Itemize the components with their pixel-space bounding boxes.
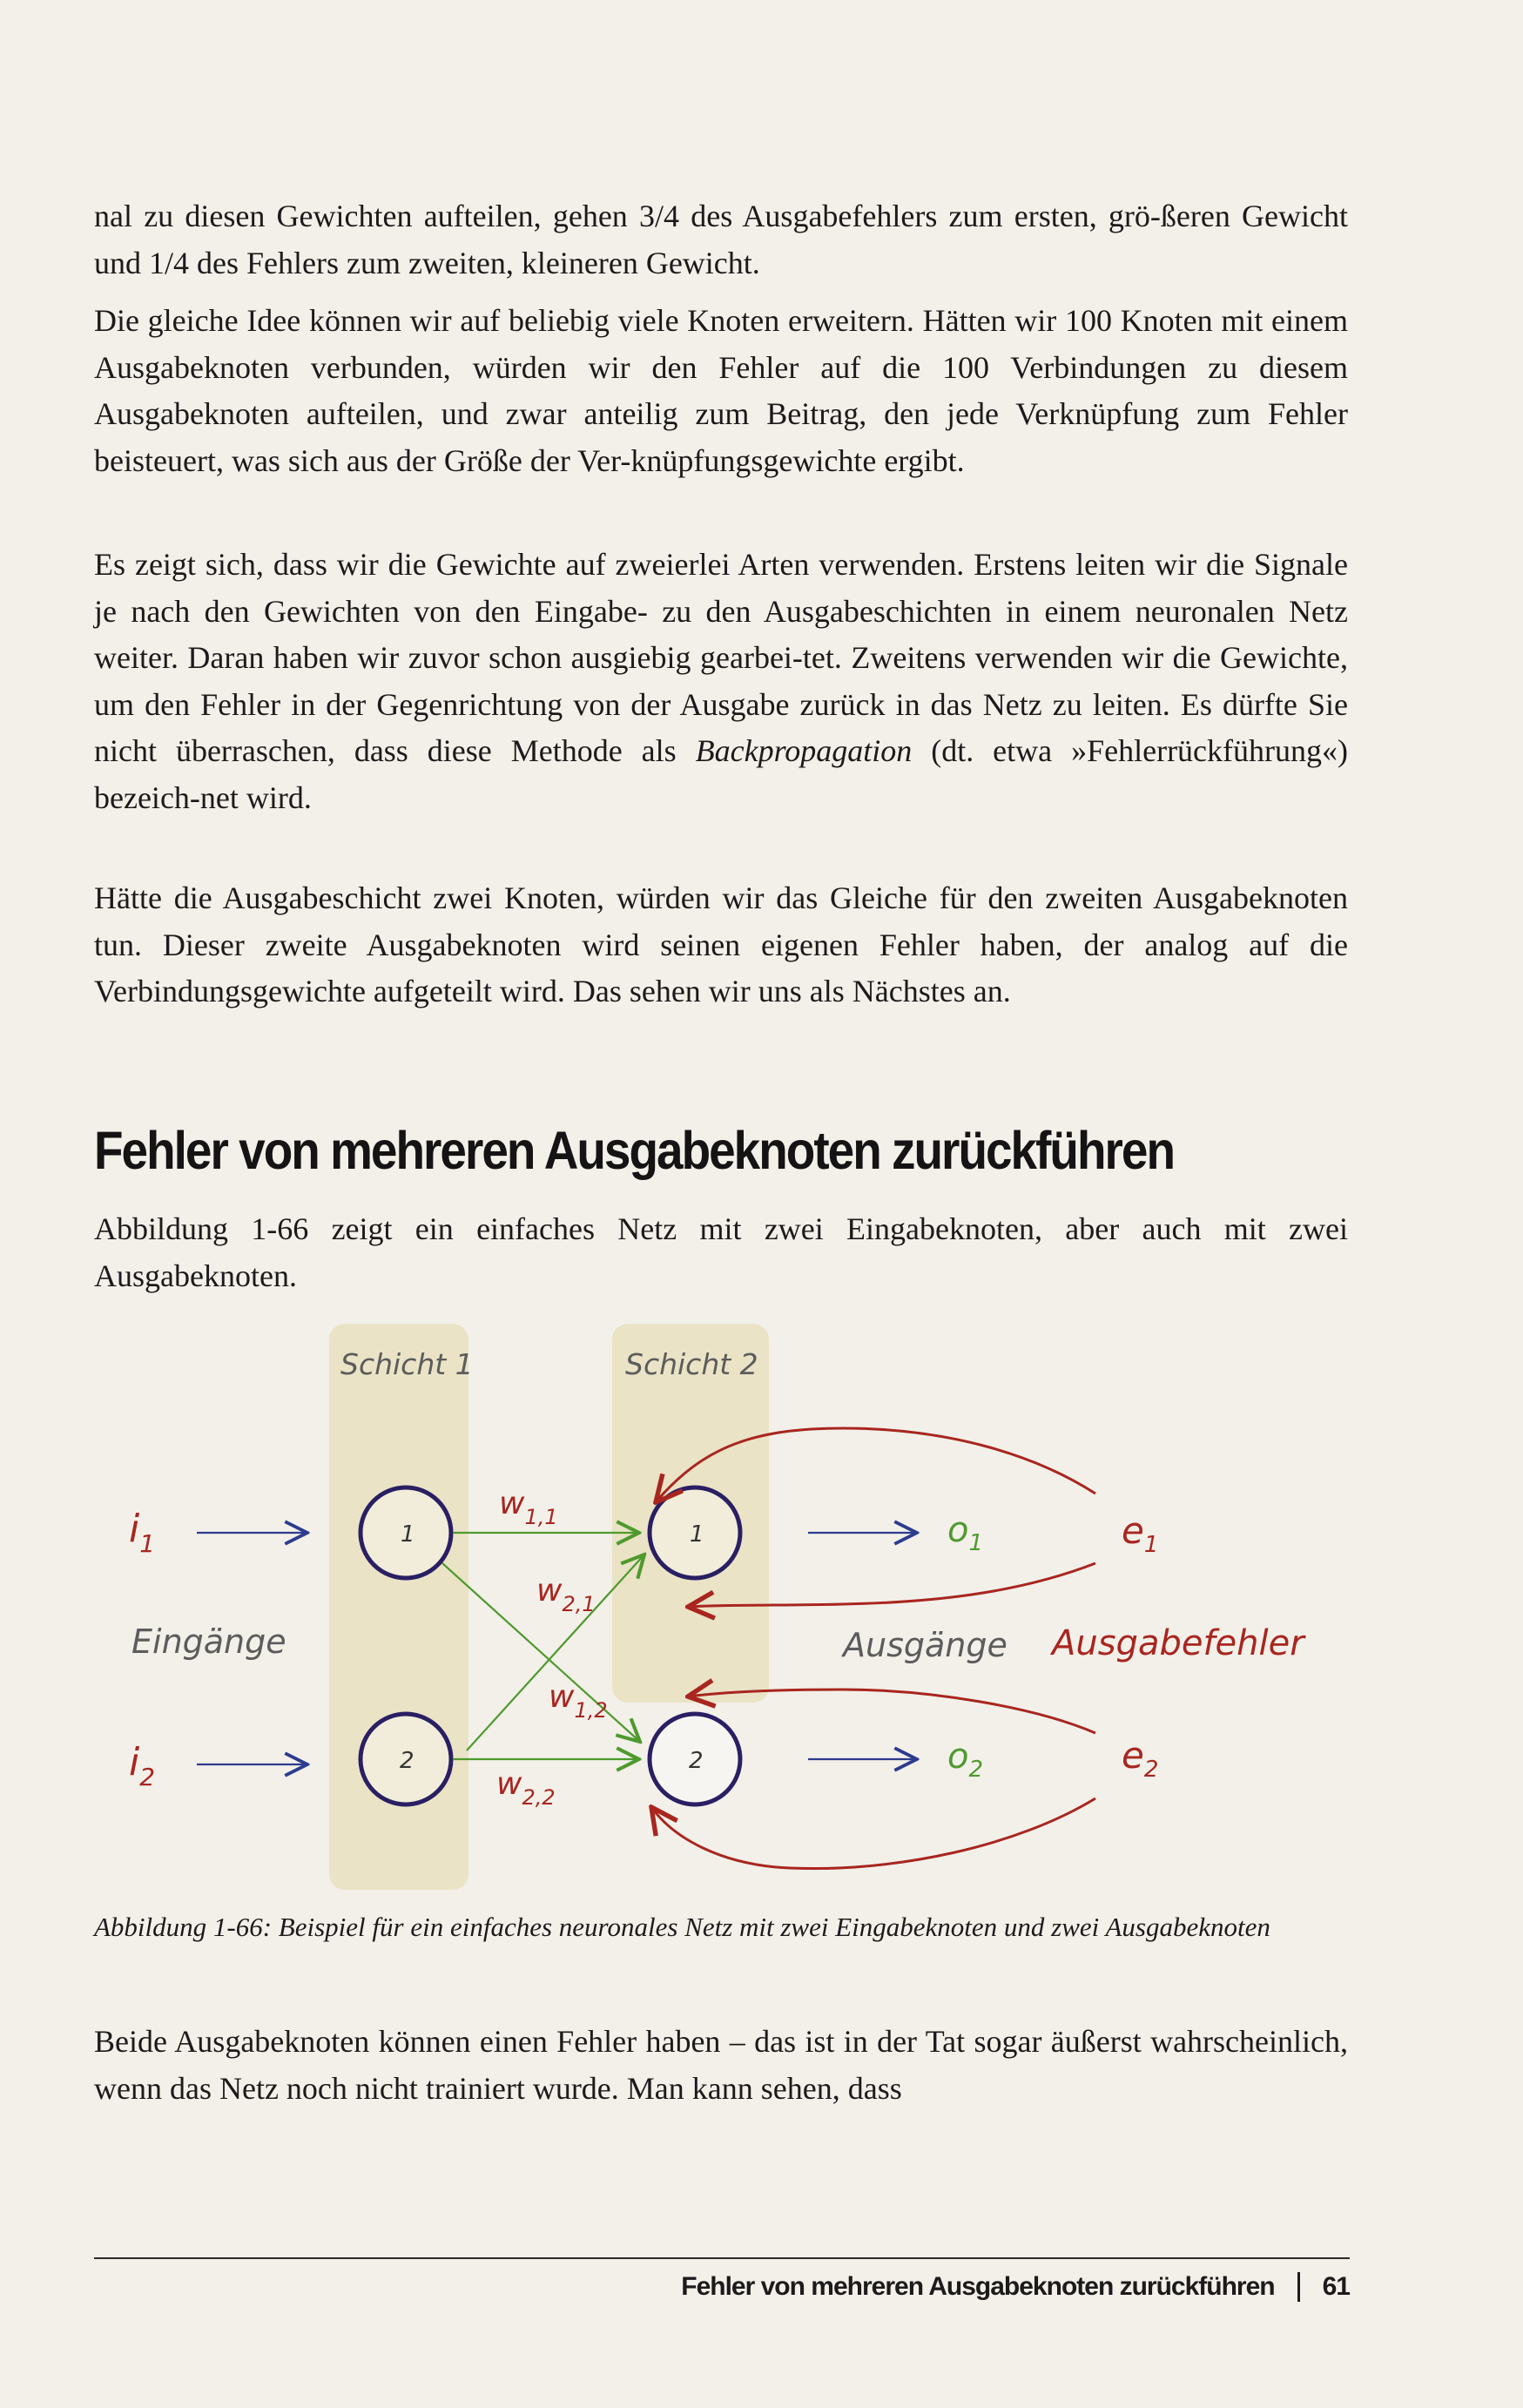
section-heading: Fehler von mehreren Ausgabeknoten zurück… (94, 1121, 1176, 1180)
paragraph-5: Abbildung 1-66 zeigt ein einfaches Netz … (94, 1211, 1348, 1293)
layer-2-label: Schicht 2 (625, 1347, 758, 1381)
term-backpropagation: Backpropagation (695, 733, 913, 768)
footer-chapter-title: Fehler von mehreren Ausgabeknoten zurück… (681, 2272, 1275, 2301)
layer-1-label: Schicht 1 (340, 1347, 474, 1381)
error-1-label: e1 (1122, 1509, 1158, 1558)
paragraph-1: nal zu diesen Gewichten aufteilen, gehen… (94, 199, 1348, 280)
page-footer: Fehler von mehreren Ausgabeknoten zurück… (681, 2270, 1351, 2304)
layer-2-node-1-label: 1 (690, 1521, 704, 1548)
output-errors-label: Ausgabefehler (1049, 1623, 1306, 1663)
layer-2-node-2-label: 2 (689, 1748, 704, 1774)
page-number: 61 (1322, 2272, 1351, 2301)
footer-separator (1297, 2272, 1300, 2302)
inputs-label: Eingänge (131, 1622, 286, 1661)
weight-w11-label: w1,1 (499, 1486, 558, 1529)
footer-rule (94, 2257, 1350, 2259)
input-2-label: i2 (129, 1740, 155, 1791)
weight-w21-label: w2,1 (536, 1573, 596, 1616)
output-1-label: o1 (947, 1510, 983, 1556)
figure-caption: Abbildung 1-66: Beispiel für ein einfach… (94, 1912, 1270, 1942)
paragraph-2: Die gleiche Idee können wir auf beliebig… (94, 303, 1348, 478)
network-figure: Schicht 1 Schicht 2 i1 i2 Eingänge 1 2 w… (94, 1324, 1357, 1899)
paragraph-3: Es zeigt sich, dass wir die Gewichte auf… (94, 542, 1348, 821)
book-page: nal zu diesen Gewichten aufteilen, gehen… (0, 0, 1523, 2408)
outputs-label: Ausgänge (840, 1626, 1007, 1664)
error-2-label: e2 (1122, 1734, 1158, 1783)
output-2-label: o2 (947, 1737, 983, 1783)
input-1-label: i1 (129, 1507, 155, 1558)
network-diagram: Schicht 1 Schicht 2 i1 i2 Eingänge 1 2 w… (129, 1324, 1306, 1890)
weight-w22-label: w2,2 (496, 1766, 556, 1810)
error-2-to-w22-curve (651, 1797, 1096, 1870)
paragraph-4: Hätte die Ausgabeschicht zwei Knoten, wü… (94, 880, 1348, 1008)
layer-1-node-2-label: 2 (400, 1748, 414, 1774)
layer-1-node-1-label: 1 (401, 1521, 415, 1548)
paragraph-6: Beide Ausgabeknoten können einen Fehler … (94, 2024, 1348, 2106)
